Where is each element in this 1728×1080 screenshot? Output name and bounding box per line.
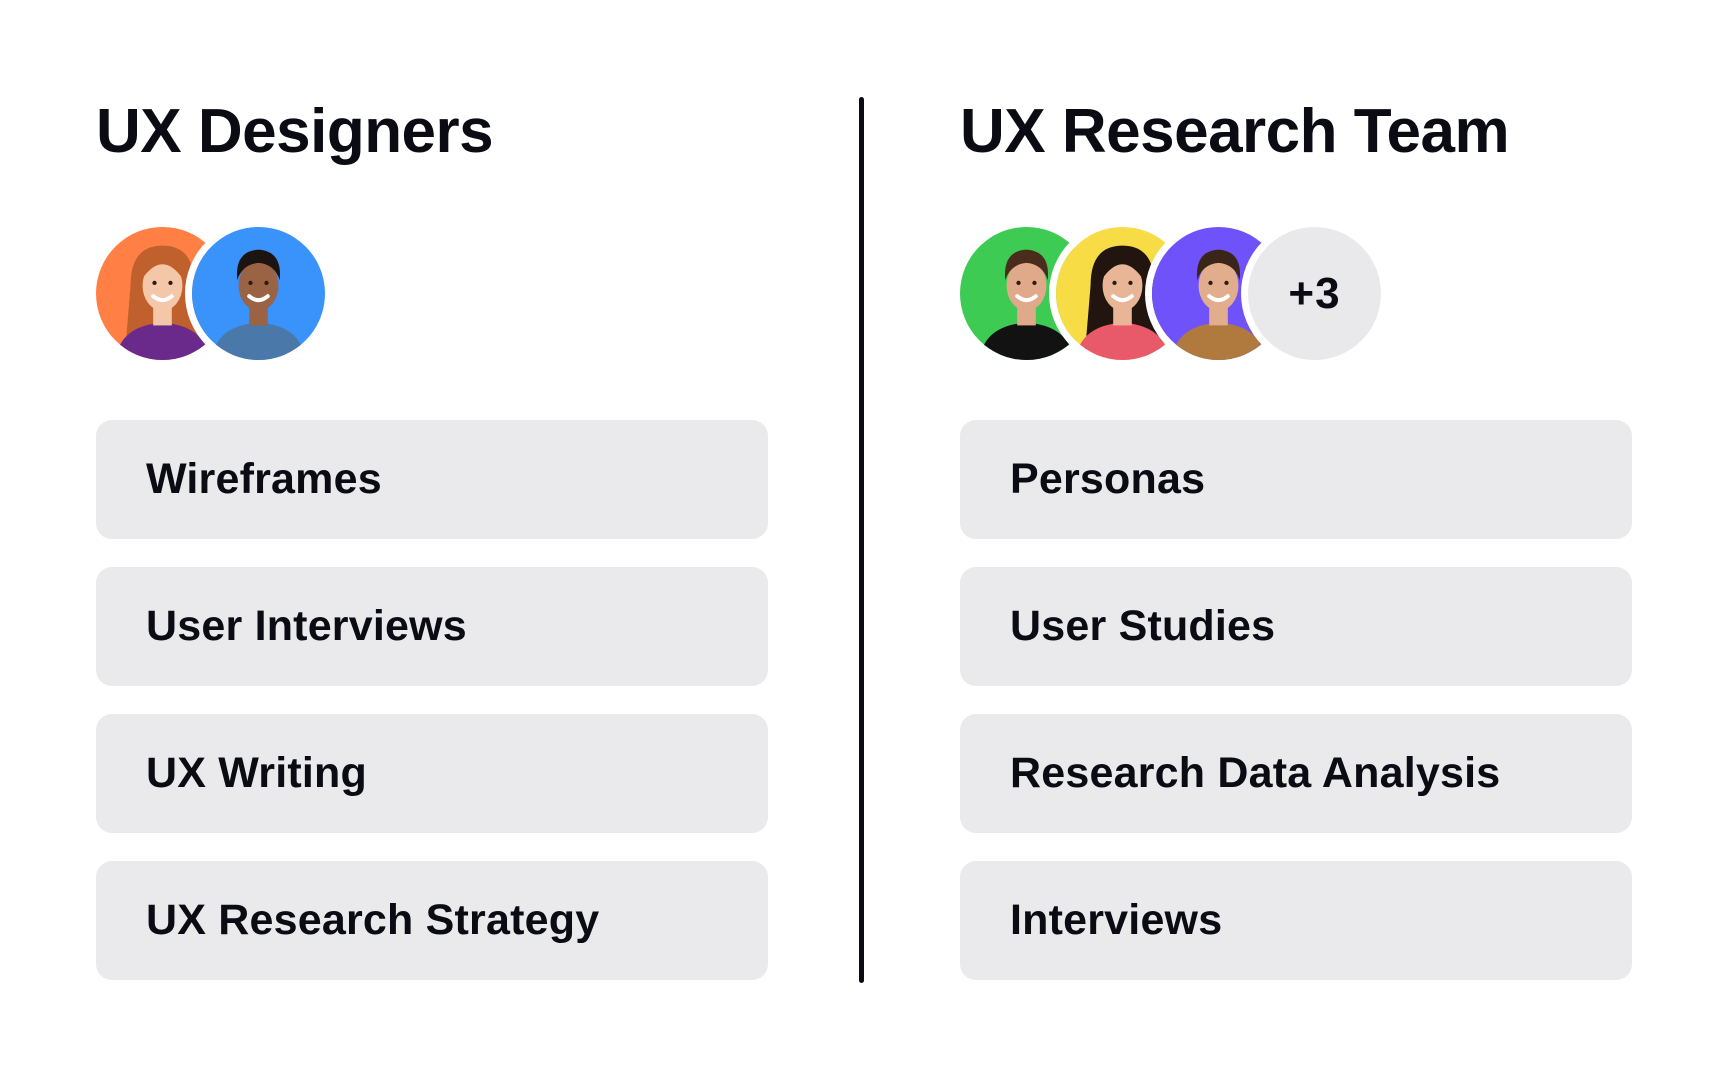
more-members-count: +3 bbox=[1288, 268, 1341, 318]
skill-card-ux-research-strategy[interactable]: UX Research Strategy bbox=[96, 861, 768, 980]
skill-label: UX Writing bbox=[146, 749, 367, 797]
skill-label: UX Research Strategy bbox=[146, 896, 600, 944]
skill-card-user-interviews[interactable]: User Interviews bbox=[96, 567, 768, 686]
skill-label: User Interviews bbox=[146, 602, 467, 650]
skill-card-personas[interactable]: Personas bbox=[960, 420, 1632, 539]
skill-card-research-data-analysis[interactable]: Research Data Analysis bbox=[960, 714, 1632, 833]
skill-card-user-studies[interactable]: User Studies bbox=[960, 567, 1632, 686]
skill-label: Interviews bbox=[1010, 896, 1223, 944]
column-divider bbox=[859, 97, 864, 983]
skill-label: Wireframes bbox=[146, 455, 382, 503]
team-title: UX Research Team bbox=[960, 97, 1510, 166]
skill-card-ux-writing[interactable]: UX Writing bbox=[96, 714, 768, 833]
skill-label: Research Data Analysis bbox=[1010, 749, 1501, 797]
team-title: UX Designers bbox=[96, 97, 494, 166]
skill-label: Personas bbox=[1010, 455, 1206, 503]
more-members-badge[interactable]: +3 bbox=[1248, 227, 1381, 360]
skill-label: User Studies bbox=[1010, 602, 1276, 650]
skill-list: Personas User Studies Research Data Anal… bbox=[960, 420, 1632, 1008]
skill-card-interviews[interactable]: Interviews bbox=[960, 861, 1632, 980]
skill-list: Wireframes User Interviews UX Writing UX… bbox=[96, 420, 768, 1008]
avatar-man-curly-hair[interactable] bbox=[192, 227, 325, 360]
skill-card-wireframes[interactable]: Wireframes bbox=[96, 420, 768, 539]
